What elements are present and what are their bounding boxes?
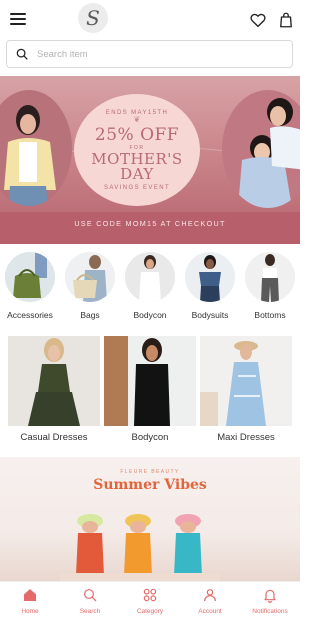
tab-category[interactable]: Category bbox=[120, 587, 180, 615]
search-bar[interactable] bbox=[6, 40, 293, 68]
category-label: Bodysuits bbox=[191, 310, 229, 320]
banner-illustration bbox=[60, 514, 220, 581]
tab-account[interactable]: Account bbox=[180, 587, 240, 615]
search-icon bbox=[84, 589, 97, 602]
promo-subtitle: SAVINGS EVENT bbox=[103, 184, 171, 191]
collection-bodycon[interactable]: Bodycon bbox=[104, 336, 196, 443]
category-image bbox=[125, 252, 175, 302]
tab-label: Account bbox=[198, 608, 222, 615]
category-accessories[interactable]: Accessories bbox=[3, 252, 57, 320]
category-image bbox=[185, 252, 235, 302]
logo-letter: S bbox=[86, 6, 100, 30]
banner-title: Summer Vibes bbox=[93, 477, 207, 493]
collection-image bbox=[200, 336, 292, 426]
banner-brand: FLEURE BEAUTY bbox=[120, 469, 180, 475]
featured-collections: Casual Dresses Bodycon Maxi Dresses bbox=[0, 336, 300, 446]
home-icon bbox=[24, 589, 36, 601]
account-icon bbox=[204, 589, 216, 602]
category-icon bbox=[143, 588, 157, 602]
category-image bbox=[245, 252, 295, 302]
collection-casual-dresses[interactable]: Casual Dresses bbox=[8, 336, 100, 443]
promo-discount: 25% OFF bbox=[94, 124, 180, 145]
promo-code-text: USE CODE MOM15 AT CHECKOUT bbox=[74, 219, 226, 228]
hero-banner[interactable]: ENDS MAY15TH ❦ 25% OFF FOR MOTHER'S DAY … bbox=[0, 76, 300, 244]
collection-label: Casual Dresses bbox=[20, 432, 88, 443]
category-label: Bottoms bbox=[254, 310, 286, 320]
category-bags[interactable]: Bags bbox=[63, 252, 117, 320]
heart-icon[interactable] bbox=[249, 11, 267, 29]
category-bottoms[interactable]: Bottoms bbox=[243, 252, 297, 320]
category-label: Bags bbox=[80, 310, 100, 320]
collection-image bbox=[104, 336, 196, 426]
category-bodycon[interactable]: Bodycon bbox=[123, 252, 177, 320]
category-image bbox=[65, 252, 115, 302]
tab-label: Home bbox=[21, 608, 39, 615]
search-input[interactable] bbox=[37, 48, 277, 60]
bottom-tab-bar: Home Search Category Account Notificatio… bbox=[0, 581, 300, 618]
tab-label: Search bbox=[79, 608, 101, 615]
hero-photo-right bbox=[222, 90, 300, 208]
summer-vibes-banner[interactable]: FLEURE BEAUTY Summer Vibes bbox=[0, 457, 300, 581]
shopping-bag-icon[interactable] bbox=[277, 11, 295, 29]
category-image bbox=[5, 252, 55, 302]
collection-maxi-dresses[interactable]: Maxi Dresses bbox=[200, 336, 292, 443]
search-icon bbox=[16, 48, 28, 60]
hero-photo-left bbox=[0, 90, 72, 206]
category-label: Accessories bbox=[7, 310, 53, 320]
category-bodysuits[interactable]: Bodysuits bbox=[183, 252, 237, 320]
bell-icon bbox=[264, 589, 276, 603]
tab-home[interactable]: Home bbox=[0, 587, 60, 615]
category-label: Bodycon bbox=[133, 310, 167, 320]
collection-label: Maxi Dresses bbox=[217, 432, 275, 443]
promo-oval: ENDS MAY15TH ❦ 25% OFF FOR MOTHER'S DAY … bbox=[74, 94, 200, 206]
brand-logo[interactable]: S bbox=[78, 3, 108, 33]
collection-label: Bodycon bbox=[131, 432, 169, 443]
promo-title-line2: DAY bbox=[120, 164, 154, 183]
category-carousel: Accessories Bags Bodycon Bodysuits Botto… bbox=[0, 252, 300, 326]
menu-icon[interactable] bbox=[10, 11, 26, 27]
leaf-ornament-icon: ❦ bbox=[133, 114, 141, 124]
tab-label: Category bbox=[136, 608, 164, 615]
tab-label: Notifications bbox=[252, 608, 288, 615]
tab-notifications[interactable]: Notifications bbox=[240, 587, 300, 615]
tab-search[interactable]: Search bbox=[60, 587, 120, 615]
app-header: S bbox=[0, 0, 300, 40]
collection-image bbox=[8, 336, 100, 426]
